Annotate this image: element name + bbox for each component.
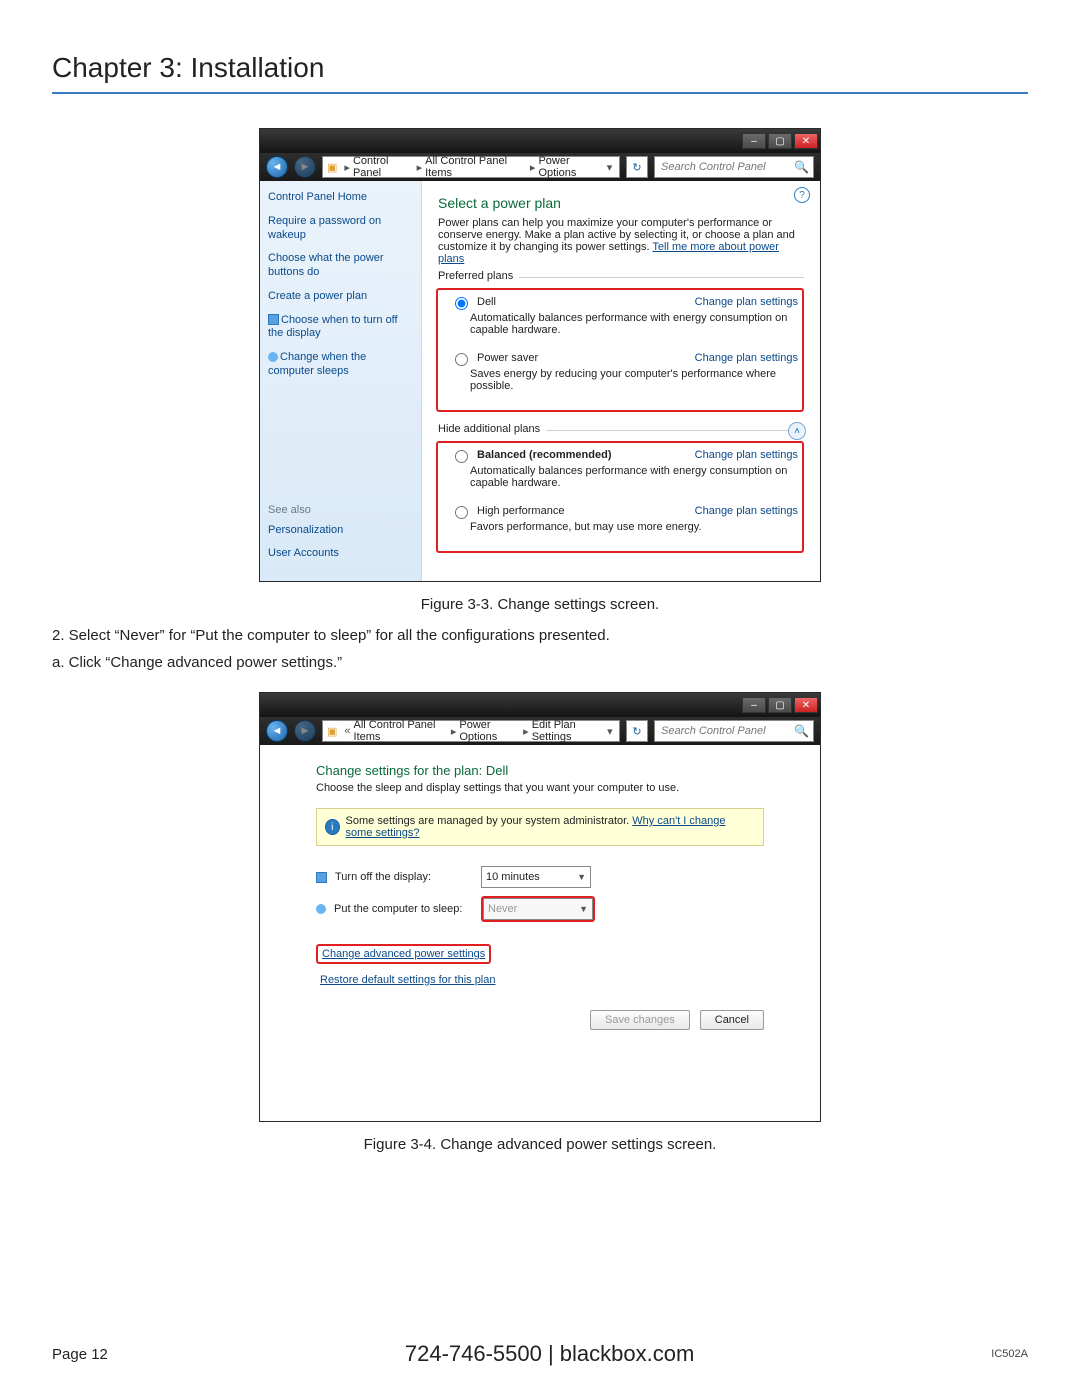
breadcrumb[interactable]: ▣ « All Control Panel Items ▸ Power Opti… — [322, 720, 620, 742]
intro-text: Power plans can help you maximize your c… — [438, 217, 804, 265]
sidebar-link-sleep[interactable]: Change when the computer sleeps — [268, 351, 413, 379]
screenshot-power-options: – ▢ ✕ ◄ ► ▣ ▸ Control Panel ▸ All Contro… — [259, 128, 821, 582]
address-bar: ◄ ► ▣ « All Control Panel Items ▸ Power … — [260, 717, 820, 745]
page-footer: Page 12 724-746-5500 | blackbox.com IC50… — [52, 1341, 1028, 1367]
refresh-button[interactable]: ↻ — [626, 156, 648, 178]
page-subtitle: Choose the sleep and display settings th… — [316, 782, 764, 794]
display-icon — [316, 872, 327, 883]
search-input[interactable] — [659, 160, 790, 174]
maximize-button[interactable]: ▢ — [768, 697, 792, 713]
plan-name: Power saver — [477, 352, 538, 364]
change-plan-settings-link[interactable]: Change plan settings — [695, 296, 798, 308]
breadcrumb-item[interactable]: Power Options — [459, 719, 520, 743]
forward-button[interactable]: ► — [294, 720, 316, 742]
breadcrumb-item[interactable]: All Control Panel Items — [354, 719, 448, 743]
maximize-button[interactable]: ▢ — [768, 133, 792, 149]
search-box[interactable]: 🔍 — [654, 156, 814, 178]
sidebar-home[interactable]: Control Panel Home — [268, 191, 413, 205]
search-icon[interactable]: 🔍 — [794, 724, 809, 738]
turn-off-display-select[interactable]: 10 minutes▼ — [481, 866, 591, 888]
page-number: Page 12 — [52, 1346, 108, 1363]
figure-caption-3-4: Figure 3-4. Change advanced power settin… — [52, 1136, 1028, 1153]
back-button[interactable]: ◄ — [266, 720, 288, 742]
page-title: Select a power plan — [438, 195, 804, 211]
preferred-plans-group: Preferred plans Dell Change plan setting… — [438, 277, 804, 412]
plan-desc: Automatically balances performance with … — [470, 312, 798, 336]
collapse-icon[interactable]: ˄ — [788, 422, 806, 440]
minimize-button[interactable]: – — [742, 697, 766, 713]
highlight-box: Change advanced power settings — [316, 944, 491, 964]
change-plan-settings-link[interactable]: Change plan settings — [695, 449, 798, 461]
main-panel: Change settings for the plan: Dell Choos… — [260, 745, 820, 1121]
sidebar: Control Panel Home Require a password on… — [260, 181, 422, 581]
forward-button[interactable]: ► — [294, 156, 316, 178]
chapter-heading: Chapter 3: Installation — [52, 52, 1028, 94]
plan-name: Dell — [477, 296, 496, 308]
restore-defaults-link[interactable]: Restore default settings for this plan — [316, 972, 499, 988]
moon-icon — [268, 352, 278, 362]
search-icon[interactable]: 🔍 — [794, 160, 809, 174]
search-input[interactable] — [659, 724, 790, 738]
help-icon[interactable]: ? — [794, 187, 810, 203]
sidebar-link-display[interactable]: Choose when to turn off the display — [268, 314, 413, 342]
main-panel: ? Select a power plan Power plans can he… — [422, 181, 820, 581]
refresh-button[interactable]: ↻ — [626, 720, 648, 742]
moon-icon — [316, 904, 326, 914]
window-titlebar: – ▢ ✕ — [260, 129, 820, 153]
put-to-sleep-label: Put the computer to sleep: — [316, 903, 471, 915]
sidebar-link-user-accounts[interactable]: User Accounts — [268, 547, 413, 561]
breadcrumb-item[interactable]: All Control Panel Items — [425, 155, 527, 179]
plan-name: Balanced (recommended) — [477, 449, 611, 461]
display-icon — [268, 314, 279, 325]
model-number: IC502A — [991, 1348, 1028, 1360]
breadcrumb-item[interactable]: Power Options — [538, 155, 604, 179]
sidebar-link-personalization[interactable]: Personalization — [268, 524, 413, 538]
highlight-box: Never▼ — [481, 896, 595, 922]
back-button[interactable]: ◄ — [266, 156, 288, 178]
hide-plans-label: Hide additional plans — [438, 423, 546, 435]
chevron-down-icon: ▼ — [577, 872, 586, 882]
sidebar-link-buttons[interactable]: Choose what the power buttons do — [268, 252, 413, 280]
window-titlebar: – ▢ ✕ — [260, 693, 820, 717]
address-bar: ◄ ► ▣ ▸ Control Panel ▸ All Control Pane… — [260, 153, 820, 181]
plan-name: High performance — [477, 505, 564, 517]
close-button[interactable]: ✕ — [794, 697, 818, 713]
plan-desc: Saves energy by reducing your computer's… — [470, 368, 798, 392]
highlight-box: Dell Change plan settings Automatically … — [436, 288, 804, 412]
plan-radio-balanced[interactable] — [455, 450, 468, 463]
change-plan-settings-link[interactable]: Change plan settings — [695, 505, 798, 517]
highlight-box: Balanced (recommended) Change plan setti… — [436, 441, 804, 553]
sidebar-link-create-plan[interactable]: Create a power plan — [268, 290, 413, 304]
minimize-button[interactable]: – — [742, 133, 766, 149]
put-to-sleep-select[interactable]: Never▼ — [483, 898, 593, 920]
plan-radio-saver[interactable] — [455, 353, 468, 366]
breadcrumb-item[interactable]: Control Panel — [353, 155, 414, 179]
step-2a-text: a. Click “Change advanced power settings… — [52, 652, 1028, 675]
plan-desc: Automatically balances performance with … — [470, 465, 798, 489]
change-plan-settings-link[interactable]: Change plan settings — [695, 352, 798, 364]
close-button[interactable]: ✕ — [794, 133, 818, 149]
plan-radio-high[interactable] — [455, 506, 468, 519]
turn-off-display-label: Turn off the display: — [316, 871, 471, 883]
info-icon: i — [325, 819, 340, 835]
page-title: Change settings for the plan: Dell — [316, 763, 764, 778]
breadcrumb[interactable]: ▣ ▸ Control Panel ▸ All Control Panel It… — [322, 156, 620, 178]
search-box[interactable]: 🔍 — [654, 720, 814, 742]
plan-desc: Favors performance, but may use more ene… — [470, 521, 798, 533]
figure-caption-3-3: Figure 3-3. Change settings screen. — [52, 596, 1028, 613]
breadcrumb-item[interactable]: Edit Plan Settings — [532, 719, 605, 743]
see-also-label: See also — [268, 504, 413, 516]
chevron-down-icon: ▼ — [579, 904, 588, 914]
footer-contact: 724-746-5500 | blackbox.com — [108, 1341, 991, 1367]
plan-radio-dell[interactable] — [455, 297, 468, 310]
preferred-plans-label: Preferred plans — [438, 270, 519, 282]
step-2-text: 2. Select “Never” for “Put the computer … — [52, 625, 1028, 648]
change-advanced-link[interactable]: Change advanced power settings — [318, 946, 489, 962]
sidebar-link-password[interactable]: Require a password on wakeup — [268, 215, 413, 243]
cancel-button[interactable]: Cancel — [700, 1010, 764, 1030]
screenshot-edit-plan: – ▢ ✕ ◄ ► ▣ « All Control Panel Items ▸ … — [259, 692, 821, 1122]
additional-plans-group: Hide additional plans ˄ Balanced (recomm… — [438, 430, 804, 553]
save-changes-button[interactable]: Save changes — [590, 1010, 690, 1030]
admin-info-banner: i Some settings are managed by your syst… — [316, 808, 764, 846]
